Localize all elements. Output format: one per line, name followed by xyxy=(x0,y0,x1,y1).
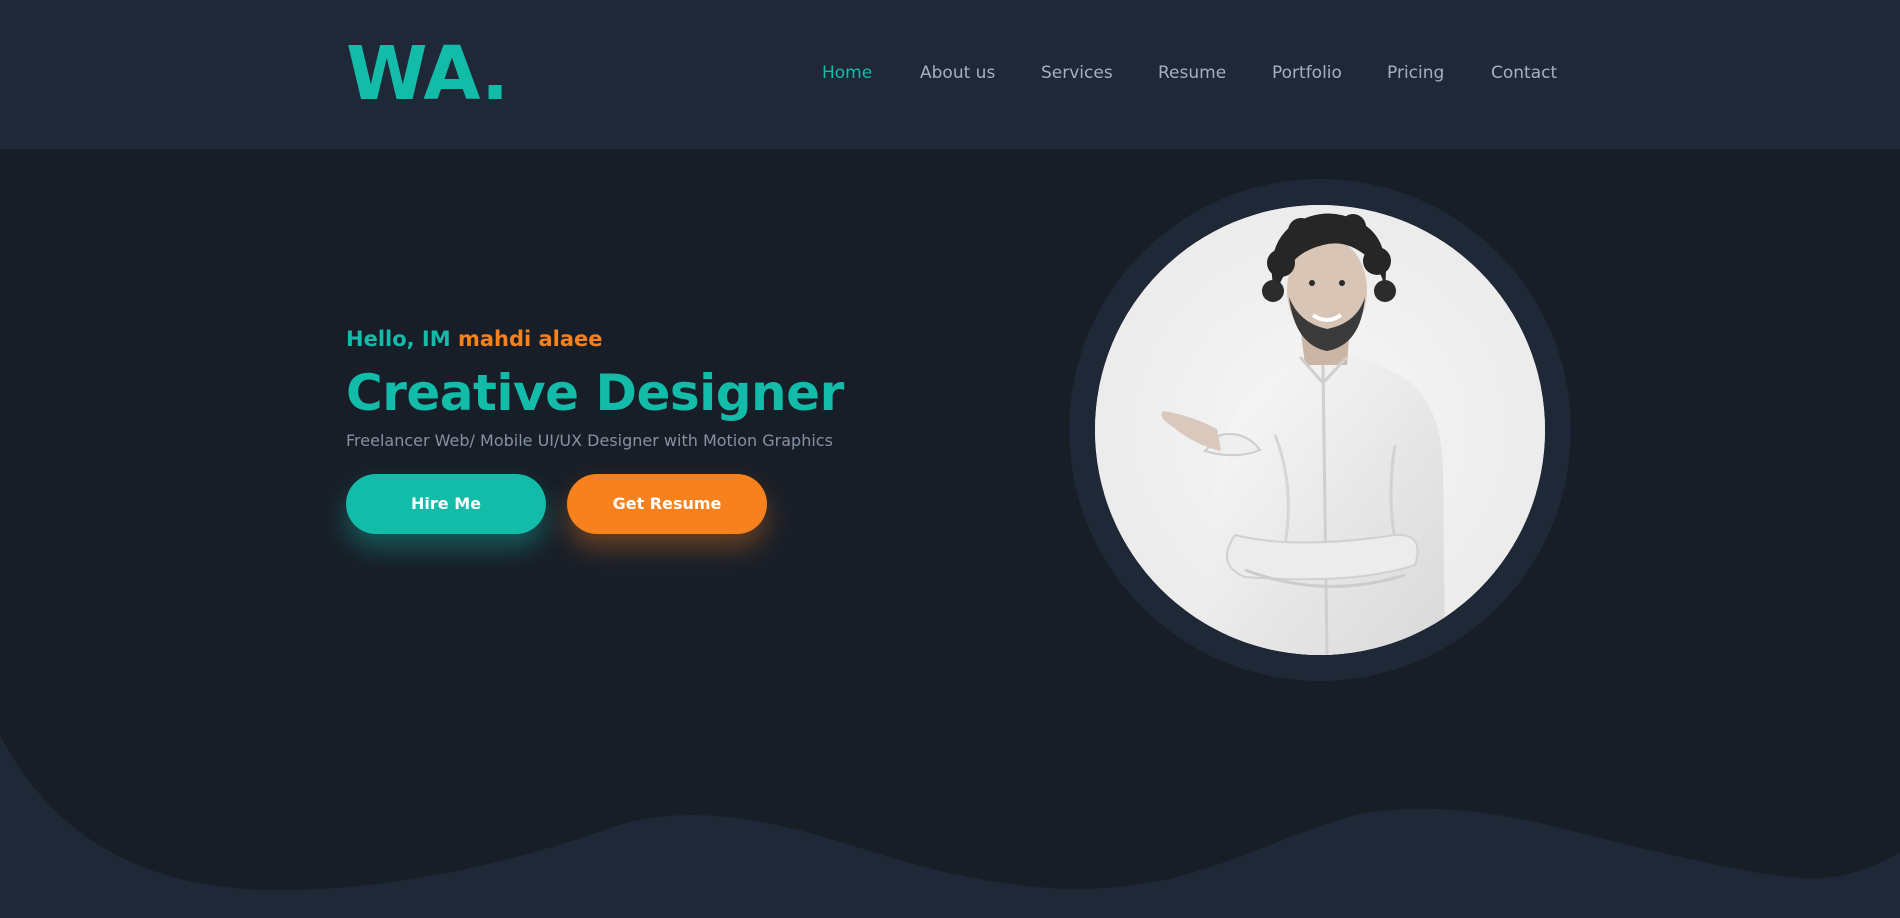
wave-divider xyxy=(0,735,1900,918)
site-header: WA. Home About us Services Resume Portfo… xyxy=(0,0,1900,149)
nav-about-us[interactable]: About us xyxy=(920,60,995,86)
hero-subtitle: Freelancer Web/ Mobile UI/UX Designer wi… xyxy=(346,431,833,450)
nav-resume[interactable]: Resume xyxy=(1158,60,1226,86)
profile-photo xyxy=(1095,205,1545,655)
nav-pricing[interactable]: Pricing xyxy=(1387,60,1444,86)
nav-services[interactable]: Services xyxy=(1041,60,1113,86)
portrait-illustration xyxy=(1095,205,1545,655)
greeting-name: mahdi alaee xyxy=(457,327,603,351)
greeting-prefix: Hello, IM xyxy=(346,327,451,351)
main-nav: Home About us Services Resume Portfolio … xyxy=(0,60,1900,90)
hire-me-button[interactable]: Hire Me xyxy=(346,474,546,534)
get-resume-button[interactable]: Get Resume xyxy=(567,474,767,534)
nav-contact[interactable]: Contact xyxy=(1491,60,1557,86)
nav-home[interactable]: Home xyxy=(822,60,872,86)
hero-title: Creative Designer xyxy=(346,364,844,422)
nav-portfolio[interactable]: Portfolio xyxy=(1272,60,1342,86)
hero-greeting: Hello, IM mahdi alaee xyxy=(346,324,603,354)
